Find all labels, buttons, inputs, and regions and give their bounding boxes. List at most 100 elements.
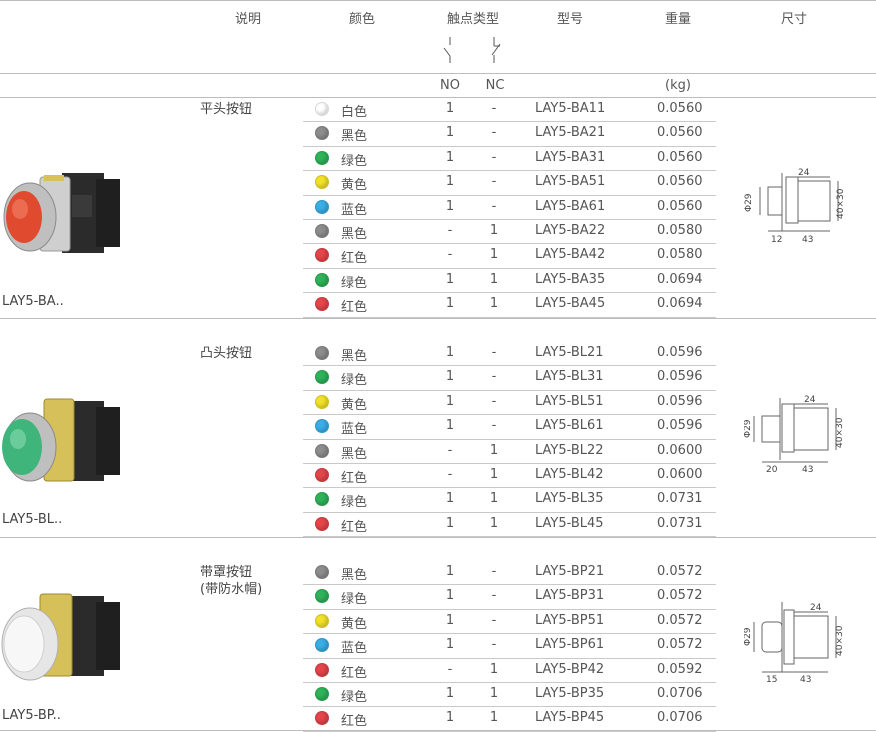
weight-value: 0.0694: [657, 271, 703, 287]
nc-count: -: [491, 345, 497, 360]
weight-value: 0.0560: [657, 174, 703, 190]
nc-count: -: [491, 149, 497, 165]
row-divider: [303, 657, 716, 659]
nc-count: 1: [489, 271, 499, 287]
nc-count: 1: [489, 223, 499, 238]
model-number: LAY5-BA35: [535, 271, 606, 287]
svg-text:43: 43: [802, 465, 813, 475]
color-swatch-icon: [315, 492, 329, 507]
model-number: LAY5-BA51: [535, 174, 606, 190]
no-contact-symbol-icon: [443, 37, 451, 63]
color-label: 黄色: [341, 178, 368, 194]
nc-count: 1: [489, 442, 499, 458]
color-label: 红色: [341, 300, 368, 316]
model-number: LAY5-BA22: [535, 223, 606, 238]
color-swatch-icon: [315, 150, 329, 165]
no-count: 1: [445, 345, 455, 360]
weight-value: 0.0592: [657, 661, 703, 677]
group-name: 平头按钮: [200, 102, 253, 117]
weight-value: 0.0572: [657, 612, 703, 628]
weight-value: 0.0560: [657, 125, 703, 141]
model-number: LAY5-BP42: [535, 661, 605, 677]
weight-value: 0.0560: [657, 149, 703, 165]
model-number: LAY5-BA45: [535, 296, 606, 312]
color-swatch-icon: [315, 419, 329, 434]
color-label: 蓝色: [341, 641, 368, 657]
model-number: LAY5-BL35: [535, 491, 604, 507]
color-label: 黑色: [341, 227, 368, 242]
color-label: 绿色: [341, 153, 368, 169]
header-size: 尺寸: [780, 12, 807, 27]
row-divider: [303, 438, 716, 440]
color-label: 红色: [341, 251, 368, 267]
color-swatch-icon: [315, 102, 329, 116]
svg-text:Φ29: Φ29: [744, 627, 753, 646]
color-swatch-icon: [315, 613, 329, 628]
product-image-shrouded-button: [1, 593, 120, 681]
model-number: LAY5-BL21: [535, 345, 604, 360]
group-name-note: (带防水帽): [200, 582, 263, 597]
row-divider: [303, 267, 716, 269]
nc-count: -: [491, 198, 497, 214]
color-swatch-icon: [315, 443, 329, 458]
svg-text:43: 43: [800, 675, 811, 685]
no-count: 1: [445, 125, 455, 141]
row-divider: [303, 511, 716, 513]
no-count: -: [447, 223, 453, 238]
nc-count: -: [491, 588, 497, 604]
header-weight: 重量: [664, 12, 691, 27]
model-number: LAY5-BA42: [535, 247, 606, 263]
no-count: 1: [445, 564, 455, 579]
svg-text:15: 15: [766, 675, 777, 685]
group-separator: [0, 537, 876, 538]
color-label: 红色: [341, 519, 368, 535]
color-swatch-icon: [315, 589, 329, 604]
no-count: 1: [445, 515, 455, 531]
color-swatch-icon: [315, 565, 329, 579]
nc-count: -: [491, 393, 497, 409]
no-count: 1: [445, 149, 455, 165]
nc-count: 1: [489, 467, 499, 482]
model-number: LAY5-BP61: [535, 637, 605, 653]
row-divider: [303, 145, 716, 147]
product-image-raised-button: [2, 398, 120, 482]
nc-count: 1: [489, 296, 499, 312]
no-count: 1: [445, 491, 455, 507]
model-number: LAY5-BP35: [535, 686, 605, 701]
header-rule: [0, 73, 876, 74]
no-count: 1: [445, 710, 455, 726]
nc-count: 1: [489, 515, 499, 531]
header-desc: 说明: [234, 12, 261, 27]
model-number: LAY5-BA11: [535, 101, 606, 116]
no-count: -: [447, 247, 453, 263]
nc-count: 1: [489, 686, 499, 701]
no-count: 1: [445, 637, 455, 653]
color-swatch-icon: [315, 662, 329, 677]
row-divider: [303, 706, 716, 708]
svg-text:Φ29: Φ29: [744, 419, 753, 438]
row-divider: [303, 365, 716, 367]
model-number: LAY5-BL31: [535, 369, 604, 385]
color-swatch-icon: [315, 224, 329, 238]
subheader-rule: [0, 97, 876, 98]
subheader-nc: NC: [485, 78, 505, 93]
color-swatch-icon: [315, 394, 329, 409]
color-label: 红色: [341, 471, 368, 486]
nc-count: -: [491, 125, 497, 141]
no-count: 1: [445, 612, 455, 628]
subheader-no: NO: [440, 78, 460, 93]
color-label: 黄色: [341, 397, 368, 413]
color-swatch-icon: [315, 126, 329, 141]
color-swatch-icon: [315, 516, 329, 531]
subheader-unit: (kg): [665, 78, 691, 93]
weight-value: 0.0706: [657, 710, 703, 726]
row-divider: [303, 170, 716, 172]
svg-text:24: 24: [798, 168, 810, 178]
no-count: 1: [445, 588, 455, 604]
model-number: LAY5-BA61: [535, 198, 606, 214]
model-number: LAY5-BL42: [535, 467, 604, 482]
no-count: 1: [445, 271, 455, 287]
no-count: 1: [445, 369, 455, 385]
no-count: 1: [445, 174, 455, 190]
nc-count: -: [491, 564, 497, 579]
